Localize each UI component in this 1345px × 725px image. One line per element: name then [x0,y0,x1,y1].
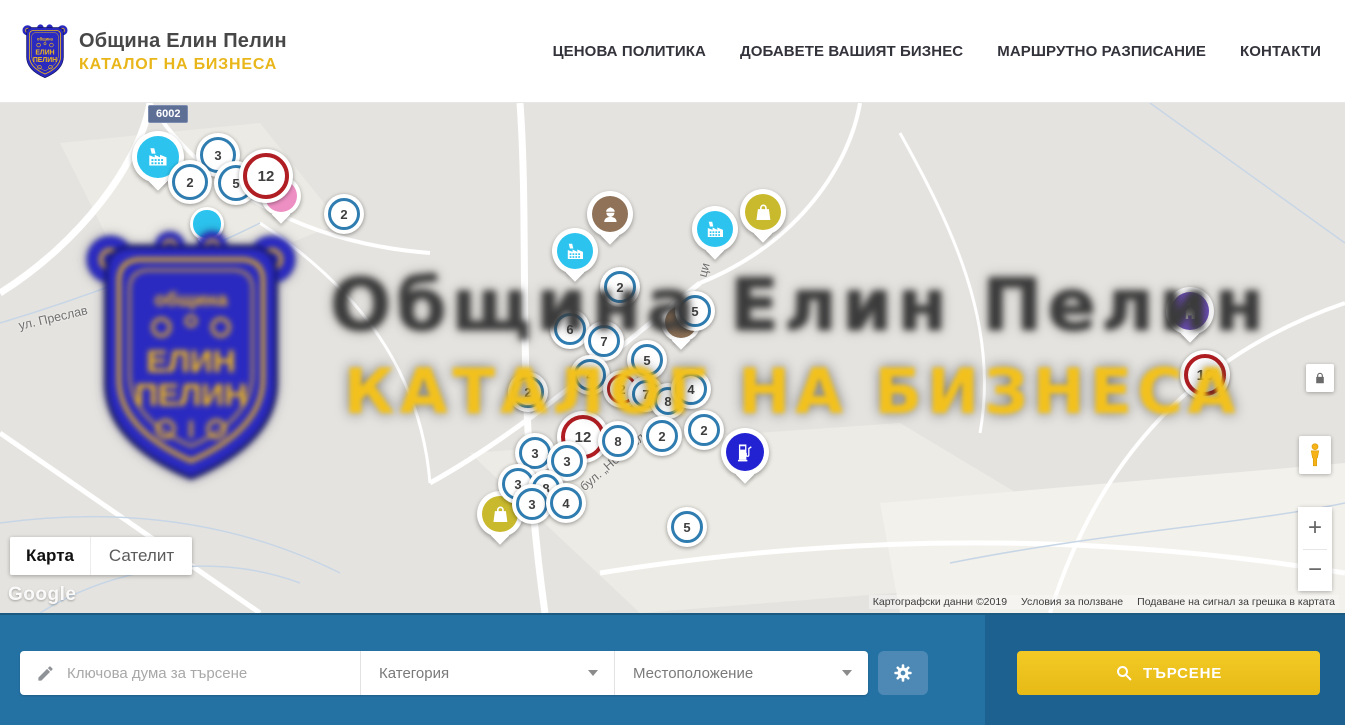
search-icon [1115,664,1133,682]
cluster-marker[interactable]: 2 [600,267,640,307]
map-type-satellite-button[interactable]: Сателит [90,537,192,575]
chevron-down-icon [588,670,598,676]
header: община ЕЛИН ПЕЛИН Община Елин Пелин КАТА… [0,0,1345,103]
zoom-control: + − [1298,507,1332,591]
advanced-settings-button[interactable] [878,651,928,695]
svg-text:община: община [37,36,54,41]
gear-icon [892,662,914,684]
factory-icon [697,211,734,248]
cluster-marker[interactable]: 10 [1180,350,1230,400]
zoom-in-button[interactable]: + [1298,507,1332,549]
fuel-icon [726,433,764,471]
cluster-marker[interactable]: 8 [598,421,638,461]
street-view-pegman-button[interactable] [1299,436,1331,474]
bag-icon [745,194,782,231]
search-button[interactable]: ТЪРСЕНЕ [1017,651,1320,695]
nav-item-schedule[interactable]: МАРШРУТНО РАЗПИСАНИЕ [997,43,1206,60]
keyword-input[interactable] [67,665,337,682]
brand[interactable]: община ЕЛИН ПЕЛИН Община Елин Пелин КАТА… [22,23,287,80]
search-fields: Категория Местоположение [20,651,868,695]
lock-button[interactable] [1306,364,1334,392]
map-pin-bag[interactable] [740,189,786,235]
cluster-marker[interactable]: 2 [168,160,212,204]
plain-icon [193,210,220,237]
cluster-marker[interactable]: 2 [684,410,724,450]
church-icon [1171,292,1209,330]
cluster-marker[interactable]: 4 [671,369,711,409]
svg-text:ЕЛИН: ЕЛИН [35,50,54,57]
worker-icon [592,196,629,233]
keyword-field[interactable] [20,651,360,695]
cluster-marker[interactable]: 2 [642,416,682,456]
location-dropdown-label: Местоположение [633,665,753,682]
cluster-marker[interactable]: 5 [667,507,707,547]
nav-item-pricing[interactable]: ЦЕНОВА ПОЛИТИКА [553,43,706,60]
map-pin-factory[interactable] [692,206,738,252]
attribution-report-link[interactable]: Подаване на сигнал за грешка в картата [1137,596,1335,608]
map-attribution: Картографски данни ©2019 Условия за полз… [869,595,1339,609]
chevron-down-icon [842,670,852,676]
factory-icon [557,233,594,270]
cluster-marker[interactable]: 12 [239,149,293,203]
svg-text:ПЕЛИН: ПЕЛИН [33,57,57,64]
pegman-icon [1305,441,1325,469]
nav-item-add-business[interactable]: ДОБАВЕТЕ ВАШИЯТ БИЗНЕС [740,43,963,60]
map-pin-church[interactable] [1166,287,1214,335]
map-pin-factory[interactable] [552,228,598,274]
brand-subtitle: КАТАЛОГ НА БИЗНЕСА [79,56,287,74]
attribution-terms-link[interactable]: Условия за ползване [1021,596,1123,608]
map-type-map-button[interactable]: Карта [10,537,90,575]
location-dropdown[interactable]: Местоположение [614,651,868,695]
map-pin-plain[interactable] [190,207,224,241]
zoom-out-button[interactable]: − [1298,550,1332,592]
cluster-marker[interactable]: 2 [508,372,548,412]
brand-title: Община Елин Пелин [79,30,287,53]
lock-icon [1313,371,1327,385]
nav-item-contacts[interactable]: КОНТАКТИ [1240,43,1321,60]
google-logo[interactable]: Google [8,584,76,606]
search-panel: Категория Местоположение ТЪРСЕНЕ [0,613,1345,725]
map-canvas[interactable]: 6002 ул. Преславбул. „Новоселци 32512225… [0,103,1345,613]
municipality-logo-icon: община ЕЛИН ПЕЛИН [22,23,68,80]
search-button-label: ТЪРСЕНЕ [1143,665,1222,682]
map-pin-fuel[interactable] [721,428,769,476]
pencil-icon [36,664,55,683]
map-type-control: Карта Сателит [10,537,192,575]
cluster-marker[interactable]: 2 [324,194,364,234]
map-pin-worker[interactable] [587,191,633,237]
cluster-marker[interactable]: 4 [546,483,586,523]
category-dropdown[interactable]: Категория [360,651,614,695]
main-nav: ЦЕНОВА ПОЛИТИКА ДОБАВЕТЕ ВАШИЯТ БИЗНЕС М… [553,0,1321,103]
cluster-marker[interactable]: 5 [675,291,715,331]
category-dropdown-label: Категория [379,665,449,682]
attribution-copyright: Картографски данни ©2019 [873,596,1007,608]
